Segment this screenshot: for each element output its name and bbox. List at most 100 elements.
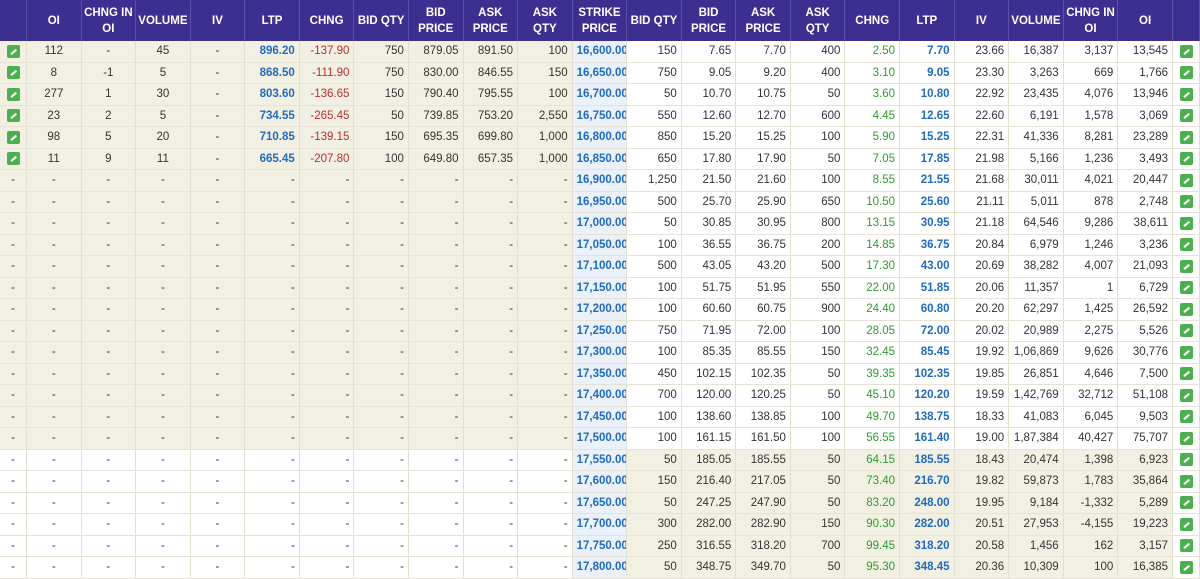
header-call-chng[interactable]: CHNG [299, 0, 355, 41]
header-call-iv[interactable]: IV [190, 0, 246, 41]
chart-icon[interactable] [1179, 281, 1193, 295]
put-ltp-cell[interactable]: 85.45 [899, 341, 955, 364]
call-ltp-cell[interactable]: - [244, 363, 300, 385]
header-put-chng[interactable]: CHNG [844, 0, 900, 41]
put-ltp-cell[interactable]: 161.40 [899, 427, 955, 450]
header-call-bid-price[interactable]: BID PRICE [408, 0, 464, 41]
chart-icon[interactable] [1179, 238, 1193, 252]
header-put-iv[interactable]: IV [954, 0, 1010, 41]
chart-icon[interactable] [1179, 259, 1193, 273]
chart-icon[interactable] [1179, 517, 1193, 531]
call-ltp-cell[interactable]: - [244, 470, 300, 493]
header-put-volume[interactable]: VOLUME [1008, 0, 1064, 41]
call-ltp-cell[interactable]: - [244, 320, 300, 342]
put-ltp-cell[interactable]: 21.55 [899, 169, 955, 192]
chart-icon[interactable] [1179, 44, 1193, 58]
call-ltp-cell[interactable]: - [244, 427, 300, 450]
call-ltp-cell[interactable]: - [244, 492, 300, 514]
chart-icon[interactable] [1179, 539, 1193, 553]
call-ltp-cell[interactable]: 868.50 [244, 62, 300, 84]
header-put-chng-oi[interactable]: CHNG IN OI [1063, 0, 1119, 41]
put-ltp-cell[interactable]: 51.85 [899, 277, 955, 299]
header-call-chng-oi[interactable]: CHNG IN OI [81, 0, 137, 41]
call-ltp-cell[interactable]: - [244, 169, 300, 192]
call-ltp-cell[interactable]: - [244, 255, 300, 278]
chart-icon[interactable] [6, 109, 20, 123]
chart-icon[interactable] [1179, 152, 1193, 166]
put-ltp-cell[interactable]: 318.20 [899, 535, 955, 557]
call-ltp-cell[interactable]: - [244, 298, 300, 321]
call-ltp-cell[interactable]: - [244, 234, 300, 256]
chart-icon[interactable] [1179, 109, 1193, 123]
header-call-oi[interactable]: OI [26, 0, 82, 41]
put-ltp-cell[interactable]: 72.00 [899, 320, 955, 342]
call-ltp-cell[interactable]: 734.55 [244, 105, 300, 127]
chart-icon[interactable] [6, 44, 20, 58]
call-ltp-cell[interactable]: - [244, 406, 300, 428]
header-call-ltp[interactable]: LTP [244, 0, 300, 41]
put-ltp-cell[interactable]: 17.85 [899, 148, 955, 170]
call-ltp-cell[interactable]: - [244, 535, 300, 557]
chart-icon[interactable] [1179, 324, 1193, 338]
put-ltp-cell[interactable]: 10.80 [899, 83, 955, 106]
chart-icon[interactable] [1179, 216, 1193, 230]
put-ltp-cell[interactable]: 25.60 [899, 191, 955, 213]
put-ltp-cell[interactable]: 102.35 [899, 363, 955, 385]
put-ltp-cell[interactable]: 248.00 [899, 492, 955, 514]
header-put-bid-price[interactable]: BID PRICE [681, 0, 737, 41]
put-ltp-cell[interactable]: 185.55 [899, 449, 955, 471]
chart-icon[interactable] [1179, 388, 1193, 402]
header-put-ask-qty[interactable]: ASK QTY [790, 0, 846, 41]
call-ltp-cell[interactable]: 803.60 [244, 83, 300, 106]
chart-icon[interactable] [1179, 195, 1193, 209]
chart-icon[interactable] [1179, 302, 1193, 316]
put-ltp-cell[interactable]: 30.95 [899, 212, 955, 235]
put-ltp-cell[interactable]: 282.00 [899, 513, 955, 536]
call-ltp-cell[interactable]: - [244, 513, 300, 536]
header-put-oi[interactable]: OI [1117, 0, 1173, 41]
chart-icon[interactable] [1179, 173, 1193, 187]
put-ltp-cell[interactable]: 216.70 [899, 470, 955, 493]
chart-icon[interactable] [1179, 367, 1193, 381]
call-ltp-cell[interactable]: 710.85 [244, 126, 300, 149]
call-ltp-cell[interactable]: - [244, 449, 300, 471]
chart-icon[interactable] [1179, 410, 1193, 424]
put-ltp-cell[interactable]: 348.45 [899, 556, 955, 579]
chart-icon[interactable] [1179, 453, 1193, 467]
put-ltp-cell[interactable]: 7.70 [899, 41, 955, 63]
chart-icon[interactable] [6, 152, 20, 166]
chart-icon[interactable] [1179, 87, 1193, 101]
put-ltp-cell[interactable]: 9.05 [899, 62, 955, 84]
chart-icon[interactable] [6, 66, 20, 80]
header-call-bid-qty[interactable]: BID QTY [353, 0, 409, 41]
put-ltp-cell[interactable]: 60.80 [899, 298, 955, 321]
put-ltp-cell[interactable]: 15.25 [899, 126, 955, 149]
header-put-ask-price[interactable]: ASK PRICE [735, 0, 791, 41]
put-ltp-cell[interactable]: 120.20 [899, 384, 955, 407]
header-call-volume[interactable]: VOLUME [135, 0, 191, 41]
chart-icon[interactable] [1179, 130, 1193, 144]
call-ltp-cell[interactable]: - [244, 277, 300, 299]
call-ltp-cell[interactable]: - [244, 212, 300, 235]
call-ltp-cell[interactable]: 665.45 [244, 148, 300, 170]
call-ltp-cell[interactable]: - [244, 341, 300, 364]
put-ltp-cell[interactable]: 12.65 [899, 105, 955, 127]
chart-icon[interactable] [1179, 496, 1193, 510]
header-put-bid-qty[interactable]: BID QTY [626, 0, 682, 41]
chart-icon[interactable] [1179, 345, 1193, 359]
header-strike-price[interactable]: STRIKE PRICE [572, 0, 628, 41]
header-call-ask-price[interactable]: ASK PRICE [463, 0, 519, 41]
put-ltp-cell[interactable]: 138.75 [899, 406, 955, 428]
chart-icon[interactable] [1179, 560, 1193, 574]
chart-icon[interactable] [6, 87, 20, 101]
put-ltp-cell[interactable]: 36.75 [899, 234, 955, 256]
header-put-ltp[interactable]: LTP [899, 0, 955, 41]
chart-icon[interactable] [6, 130, 20, 144]
chart-icon[interactable] [1179, 431, 1193, 445]
call-ltp-cell[interactable]: - [244, 556, 300, 579]
chart-icon[interactable] [1179, 66, 1193, 80]
header-call-ask-qty[interactable]: ASK QTY [517, 0, 573, 41]
call-ltp-cell[interactable]: 896.20 [244, 41, 300, 63]
call-ltp-cell[interactable]: - [244, 384, 300, 407]
chart-icon[interactable] [1179, 474, 1193, 488]
